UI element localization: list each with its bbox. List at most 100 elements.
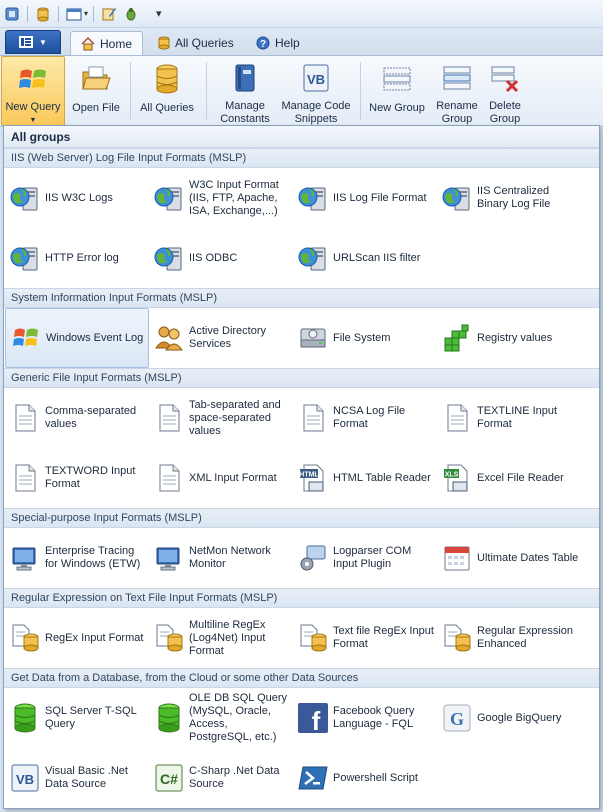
query-item[interactable]: TEXTLINE Input Format xyxy=(437,388,581,448)
rename-group-label: Rename Group xyxy=(436,100,478,125)
document-icon xyxy=(297,402,329,434)
facebook-icon: f xyxy=(297,702,329,734)
open-file-button[interactable]: Open File xyxy=(66,56,126,126)
query-item[interactable]: Powershell Script xyxy=(293,748,437,808)
delete-group-button[interactable]: Delete Group xyxy=(484,56,526,126)
query-item[interactable]: File System xyxy=(293,308,437,368)
svg-text:XLS: XLS xyxy=(445,472,459,479)
rename-group-icon xyxy=(440,62,474,94)
query-item-label: Enterprise Tracing for Windows (ETW) xyxy=(45,545,141,570)
query-item-label: IIS W3C Logs xyxy=(45,191,113,204)
window-dropdown-icon[interactable]: ▾ xyxy=(84,9,88,18)
query-item[interactable]: OLE DB SQL Query (MySQL, Oracle, Access,… xyxy=(149,688,293,748)
regex-db-icon xyxy=(441,622,473,654)
query-item[interactable]: Registry values xyxy=(437,308,581,368)
query-item[interactable]: Enterprise Tracing for Windows (ETW) xyxy=(5,528,149,588)
query-item[interactable]: Text file RegEx Input Format xyxy=(293,608,437,668)
query-item[interactable]: Tab-separated and space-separated values xyxy=(149,388,293,448)
query-item-label: Comma-separated values xyxy=(45,405,137,430)
group-header: Get Data from a Database, from the Cloud… xyxy=(4,668,599,688)
group-row: Windows Event Log Active Directory Servi… xyxy=(4,308,599,368)
query-item[interactable]: IIS Centralized Binary Log File xyxy=(437,168,581,228)
manage-code-snippets-button[interactable]: VB Manage Code Snippets xyxy=(280,56,352,126)
window-icon[interactable] xyxy=(64,4,84,24)
google-icon: G xyxy=(441,702,473,734)
rename-group-button[interactable]: Rename Group xyxy=(430,56,484,126)
svg-text:HTML: HTML xyxy=(299,472,319,479)
group-header: IIS (Web Server) Log File Input Formats … xyxy=(4,148,599,168)
query-item[interactable]: HTTP Error log xyxy=(5,228,149,288)
app-icon[interactable] xyxy=(2,4,22,24)
query-item-label: Ultimate Dates Table xyxy=(477,551,579,564)
query-item-label: TEXTLINE Input Format xyxy=(477,405,558,430)
iis-server-icon xyxy=(441,182,473,214)
calendar-icon xyxy=(441,542,473,574)
query-item-label: Logparser COM Input Plugin xyxy=(333,545,412,570)
query-item[interactable]: IIS ODBC xyxy=(149,228,293,288)
query-item[interactable]: SQL Server T-SQL Query xyxy=(5,688,149,748)
computer-icon xyxy=(153,542,185,574)
query-item[interactable]: NetMon Network Monitor xyxy=(149,528,293,588)
query-item-label: C-Sharp .Net Data Source xyxy=(189,765,280,790)
query-item[interactable]: Comma-separated values xyxy=(5,388,149,448)
query-item[interactable]: RegEx Input Format xyxy=(5,608,149,668)
open-file-label: Open File xyxy=(72,102,120,114)
application-menu-button[interactable]: ▼ xyxy=(5,30,61,54)
book-icon xyxy=(228,62,262,94)
tab-all-queries[interactable]: All Queries xyxy=(148,31,244,55)
query-item[interactable]: XML Input Format xyxy=(149,448,293,508)
group-row: IIS W3C Logs W3C Input Format (IIS, FTP,… xyxy=(4,168,599,228)
query-item[interactable]: Ultimate Dates Table xyxy=(437,528,581,588)
tab-home[interactable]: Home xyxy=(70,31,144,56)
query-item[interactable]: TEXTWORD Input Format xyxy=(5,448,149,508)
new-group-button[interactable]: New Group xyxy=(366,56,428,126)
query-item[interactable]: VB Visual Basic .Net Data Source xyxy=(5,748,149,808)
tab-help-label: Help xyxy=(275,36,300,50)
group-row: SQL Server T-SQL Query OLE DB SQL Query … xyxy=(4,688,599,748)
database-icon[interactable] xyxy=(33,4,53,24)
query-item[interactable]: W3C Input Format (IIS, FTP, Apache, ISA,… xyxy=(149,168,293,228)
query-item[interactable]: XLS Excel File Reader xyxy=(437,448,581,508)
query-item[interactable]: NCSA Log File Format xyxy=(293,388,437,448)
query-item-label: Registry values xyxy=(477,331,553,344)
regex-db-icon xyxy=(153,622,185,654)
query-item-label: URLScan IIS filter xyxy=(333,251,421,264)
windows-flag-icon xyxy=(10,322,42,354)
tab-help[interactable]: ? Help xyxy=(246,31,310,55)
panel-title: All groups xyxy=(4,126,599,148)
manage-constants-label: Manage Constants xyxy=(220,100,270,125)
query-item[interactable]: Logparser COM Input Plugin xyxy=(293,528,437,588)
query-item[interactable]: Multiline RegEx (Log4Net) Input Format xyxy=(149,608,293,668)
delete-group-label: Delete Group xyxy=(489,100,521,125)
query-item[interactable]: IIS W3C Logs xyxy=(5,168,149,228)
query-item[interactable]: Windows Event Log xyxy=(5,308,149,368)
document-icon xyxy=(9,402,41,434)
query-item-label: Powershell Script xyxy=(333,771,418,784)
group-header: Special-purpose Input Formats (MSLP) xyxy=(4,508,599,528)
query-item[interactable]: G Google BigQuery xyxy=(437,688,581,748)
query-item[interactable]: Regular Expression Enhanced xyxy=(437,608,581,668)
query-item[interactable]: f Facebook Query Language - FQL xyxy=(293,688,437,748)
query-item-label: Google BigQuery xyxy=(477,711,562,724)
group-header: System Information Input Formats (MSLP) xyxy=(4,288,599,308)
query-item-label: Facebook Query Language - FQL xyxy=(333,705,415,730)
query-item[interactable]: URLScan IIS filter xyxy=(293,228,437,288)
manage-constants-button[interactable]: Manage Constants xyxy=(212,56,278,126)
query-item[interactable]: IIS Log File Format xyxy=(293,168,437,228)
csharp-icon: C# xyxy=(153,762,185,794)
delete-group-icon xyxy=(488,62,522,94)
document-icon xyxy=(153,462,185,494)
bug-icon[interactable] xyxy=(121,4,141,24)
svg-text:?: ? xyxy=(260,39,266,50)
quick-access-toolbar: ▾ ▾ xyxy=(0,0,603,28)
all-queries-button[interactable]: All Queries xyxy=(135,56,199,126)
manage-code-snippets-label: Manage Code Snippets xyxy=(281,100,351,125)
new-query-button[interactable]: New Query ▼ xyxy=(1,56,65,126)
xls-file-icon: XLS xyxy=(441,462,473,494)
query-item[interactable]: C# C-Sharp .Net Data Source xyxy=(149,748,293,808)
query-item[interactable]: HTML HTML Table Reader xyxy=(293,448,437,508)
customize-toolbar-icon[interactable]: ▾ xyxy=(156,7,162,20)
query-item[interactable]: Active Directory Services xyxy=(149,308,293,368)
iis-server-icon xyxy=(9,242,41,274)
edit-icon[interactable] xyxy=(99,4,119,24)
